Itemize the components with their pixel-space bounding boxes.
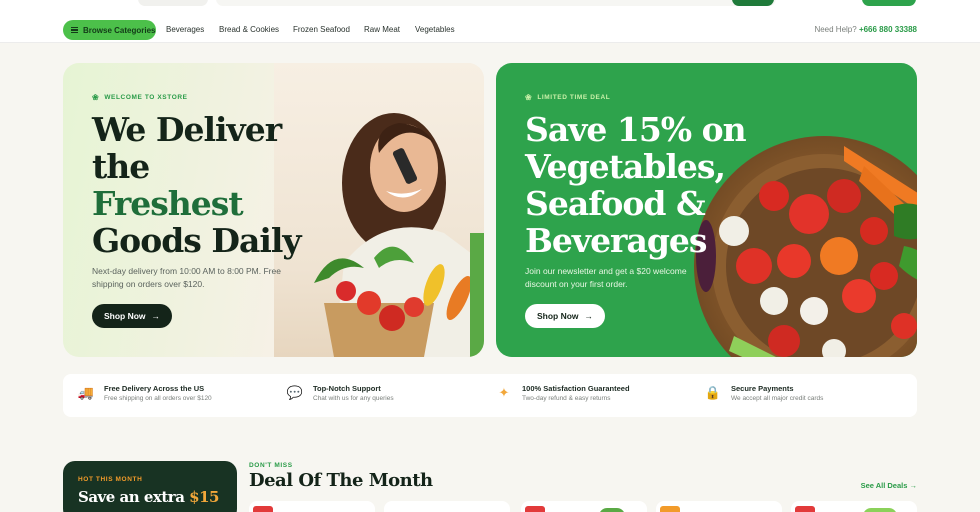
hero-welcome-title: We Deliver the Freshest Goods Daily xyxy=(92,110,302,260)
woman-with-groceries-image xyxy=(274,63,484,357)
title-line: Save 15% on xyxy=(525,110,747,149)
feature-title: 100% Satisfaction Guaranteed xyxy=(522,384,630,393)
arrow-right-icon: → xyxy=(584,311,594,321)
feature-title: Top-Notch Support xyxy=(313,384,381,393)
help-label: Need Help? xyxy=(814,25,857,34)
product-card[interactable] xyxy=(791,501,917,512)
features-bar: 🚚 Free Delivery Across the US Free shippi… xyxy=(63,374,917,417)
hero-banner-welcome: ❀ WELCOME TO XSTORE We Deliver the Fresh… xyxy=(63,63,484,357)
nav-link-raw-meat[interactable]: Raw Meat xyxy=(364,25,400,34)
hot-this-month-promo[interactable]: HOT THIS MONTH Save an extra $15 xyxy=(63,461,237,512)
search-input[interactable] xyxy=(216,0,776,6)
deals-title: Deal Of The Month xyxy=(249,470,433,491)
see-all-deals-link[interactable]: See All Deals → xyxy=(861,481,917,490)
leaf-icon: ❀ xyxy=(525,93,533,102)
sale-badge xyxy=(253,506,273,512)
title-line: the xyxy=(92,147,150,186)
kicker-text: LIMITED TIME DEAL xyxy=(537,94,611,101)
promo-amount: $15 xyxy=(189,488,219,506)
feature-desc: We accept all major credit cards xyxy=(731,395,824,402)
sale-badge xyxy=(525,506,545,512)
promo-title-text: Save an extra xyxy=(78,488,185,506)
browse-categories-label: Browse Categories xyxy=(83,25,156,35)
button-label: Shop Now xyxy=(536,311,579,321)
nav-link-frozen-seafood[interactable]: Frozen Seafood xyxy=(293,25,350,34)
nav-link-beverages[interactable]: Beverages xyxy=(166,25,204,34)
hero-deal-subtitle: Join our newsletter and get a $20 welcom… xyxy=(525,266,687,289)
title-line: Seafood & xyxy=(525,184,706,223)
browse-categories-button[interactable]: Browse Categories xyxy=(63,20,156,40)
title-line: Vegetables, xyxy=(525,147,726,186)
feature-title: Free Delivery Across the US xyxy=(104,384,205,393)
sale-badge xyxy=(660,506,680,512)
feature-desc: Chat with us for any queries xyxy=(313,395,394,402)
deals-kicker: DON'T MISS xyxy=(249,462,293,469)
promo-title: Save an extra $15 xyxy=(78,488,219,506)
hero-deal-kicker: ❀ LIMITED TIME DEAL xyxy=(525,93,610,102)
title-line-highlight: Freshest xyxy=(92,184,244,223)
product-card[interactable] xyxy=(384,501,510,512)
hero-welcome-kicker: ❀ WELCOME TO XSTORE xyxy=(92,93,188,102)
search-button[interactable] xyxy=(732,0,774,6)
hero-deal-title: Save 15% on Vegetables, Seafood & Bevera… xyxy=(525,110,747,260)
shop-now-deal-button[interactable]: Shop Now → xyxy=(525,304,605,328)
title-line: We Deliver xyxy=(92,110,282,149)
hero-banner-deal: ❀ LIMITED TIME DEAL Save 15% on Vegetabl… xyxy=(496,63,917,357)
feature-satisfaction: ✦ 100% Satisfaction Guaranteed Two-day re… xyxy=(496,384,630,402)
help-contact: Need Help? +666 880 33388 xyxy=(814,25,917,34)
product-image xyxy=(599,508,625,512)
product-image xyxy=(863,508,897,512)
arrow-right-icon: → xyxy=(151,311,161,321)
feature-support: 💬 Top-Notch Support Chat with us for any … xyxy=(287,384,394,402)
feature-free-delivery: 🚚 Free Delivery Across the US Free shippi… xyxy=(78,384,212,402)
product-card[interactable] xyxy=(656,501,782,512)
sparkle-icon: ✦ xyxy=(498,385,510,400)
product-card[interactable] xyxy=(249,501,375,512)
help-phone-link[interactable]: +666 880 33388 xyxy=(859,25,917,34)
button-label: Shop Now xyxy=(103,311,146,321)
shop-now-button[interactable]: Shop Now → xyxy=(92,304,172,328)
top-header-remnant xyxy=(0,0,980,9)
nav-link-bread-cookies[interactable]: Bread & Cookies xyxy=(219,25,279,34)
truck-icon: 🚚 xyxy=(77,385,95,400)
cart-button[interactable] xyxy=(862,0,916,6)
leaf-icon: ❀ xyxy=(92,93,100,102)
feature-desc: Two-day refund & easy returns xyxy=(522,395,611,402)
feature-title: Secure Payments xyxy=(731,384,794,393)
sale-badge xyxy=(795,506,815,512)
hero-welcome-subtitle: Next-day delivery from 10:00 AM to 8:00 … xyxy=(92,266,281,289)
chat-icon: 💬 xyxy=(286,385,304,400)
product-card[interactable] xyxy=(521,501,647,512)
lock-icon: 🔒 xyxy=(704,385,722,400)
menu-icon xyxy=(71,26,78,34)
feature-secure-payments: 🔒 Secure Payments We accept all major cre… xyxy=(705,384,823,402)
nav-link-vegetables[interactable]: Vegetables xyxy=(415,25,455,34)
feature-desc: Free shipping on all orders over $120 xyxy=(104,395,212,402)
title-line: Beverages xyxy=(525,221,707,260)
search-bar[interactable] xyxy=(138,0,208,6)
kicker-text: WELCOME TO XSTORE xyxy=(104,94,188,101)
title-line: Goods Daily xyxy=(92,221,302,260)
promo-kicker: HOT THIS MONTH xyxy=(78,476,143,483)
